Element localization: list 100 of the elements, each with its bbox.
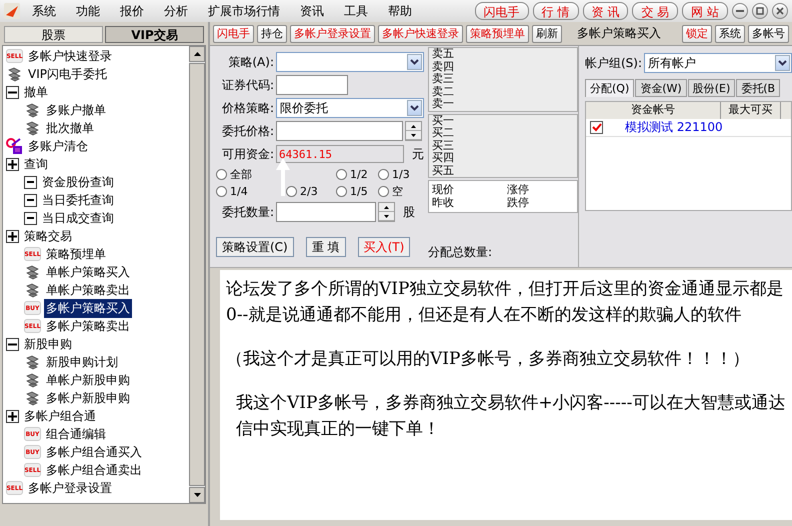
expand-icon[interactable]: [6, 158, 19, 170]
toolbar-button[interactable]: 刷新: [532, 24, 562, 42]
radio-button[interactable]: [378, 169, 389, 180]
expand-icon[interactable]: [6, 410, 19, 422]
sidebar-tab[interactable]: 股票: [4, 26, 103, 43]
sidebar-tab[interactable]: VIP交易: [105, 26, 204, 43]
tree-group[interactable]: 查询: [22, 154, 50, 174]
field-label: 委托价格:: [220, 122, 274, 140]
toolbar-button[interactable]: 多帐号: [748, 24, 789, 42]
radio-label: 全部: [230, 167, 252, 182]
radio-label: 空: [392, 184, 403, 199]
menu-item[interactable]: 系统: [24, 2, 64, 20]
tree-item[interactable]: 单帐户新股申购: [44, 370, 132, 390]
form-button[interactable]: 买入(T): [358, 237, 410, 257]
tree-item[interactable]: 多账户清仓: [26, 136, 90, 156]
minus-box-icon: [24, 212, 37, 224]
nav-button[interactable]: 资 讯: [582, 2, 628, 20]
radio-button[interactable]: [216, 169, 227, 180]
quantity-input[interactable]: [276, 202, 376, 222]
nav-button[interactable]: 行 情: [532, 2, 579, 20]
bid-level: 买一: [432, 114, 455, 127]
strategy-select[interactable]: [276, 52, 424, 72]
radio-button[interactable]: [336, 169, 347, 180]
price-input[interactable]: [276, 121, 403, 141]
radio-label: 1/2: [350, 168, 368, 181]
annotation-text: （我这个才是真正可以用的VIP多帐号，多券商独立交易软件！！！）: [226, 348, 750, 371]
radio-button[interactable]: [378, 186, 389, 197]
scroll-down-icon[interactable]: [194, 493, 200, 497]
tree-item[interactable]: 当日委托查询: [40, 190, 116, 210]
expand-icon[interactable]: [6, 230, 19, 242]
toolbar-button[interactable]: 系统: [715, 24, 745, 42]
bid-level: 买三: [432, 140, 455, 152]
tree-item[interactable]: 资金股份查询: [40, 172, 116, 192]
menu-item[interactable]: 扩展市场行情: [200, 2, 288, 20]
scrollbar[interactable]: [189, 46, 205, 503]
toolbar-button[interactable]: 闪电手: [213, 24, 254, 42]
tree-item[interactable]: 多帐户策略卖出: [44, 316, 132, 336]
tree-item[interactable]: 组合通编辑: [44, 424, 108, 444]
account-tab[interactable]: 委托(B: [736, 79, 780, 97]
funds-value: 64361.15: [276, 145, 404, 163]
diamond-stack-icon: [24, 282, 41, 298]
account-tab[interactable]: 分配(Q): [585, 79, 634, 97]
tree-item[interactable]: 单帐户策略卖出: [44, 280, 132, 300]
price-info-label: 现价: [432, 184, 455, 196]
code-input[interactable]: [276, 75, 348, 95]
account-group-select[interactable]: 所有帐户: [644, 53, 792, 73]
tree-item[interactable]: 多帐户登录设置: [26, 478, 114, 498]
field-label: 价格策略:: [220, 100, 274, 116]
tree-item[interactable]: 多帐户策略买入: [44, 298, 132, 318]
tree-item[interactable]: 多帐户新股申购: [44, 388, 132, 408]
toolbar-button[interactable]: 多帐户登录设置: [290, 24, 375, 42]
tree-item[interactable]: 新股申购计划: [44, 352, 120, 372]
toolbar-button[interactable]: 锁定: [682, 24, 712, 42]
tree-item[interactable]: VIP闪电手委托: [26, 64, 109, 84]
form-button[interactable]: 策略设置(C): [216, 237, 294, 257]
tree-item[interactable]: 批次撤单: [44, 118, 96, 138]
radio-button[interactable]: [286, 186, 297, 197]
tree-group[interactable]: 多帐户组合通: [22, 406, 98, 426]
account-tab[interactable]: 股份(E): [688, 79, 736, 97]
nav-button[interactable]: 闪电手: [474, 2, 529, 20]
radio-button[interactable]: [216, 186, 227, 197]
radio-button[interactable]: [336, 186, 347, 197]
minimize-icon[interactable]: [732, 3, 748, 19]
menu-item[interactable]: 帮助: [380, 2, 420, 20]
bid-level: 买四: [432, 152, 455, 164]
radio-label: 1/3: [392, 168, 410, 181]
menu-item[interactable]: 资讯: [292, 2, 332, 20]
close-icon[interactable]: [772, 3, 788, 19]
tree-group[interactable]: 新股申购: [22, 334, 74, 354]
tree-item[interactable]: 多帐户组合通卖出: [44, 460, 144, 480]
tree-item[interactable]: 多帐户快速登录: [26, 46, 114, 66]
tree-item[interactable]: 策略预埋单: [44, 244, 108, 264]
price-strategy-select[interactable]: 限价委托: [276, 98, 424, 118]
tree-group[interactable]: 撤单: [22, 82, 50, 102]
toolbar-button[interactable]: 多帐户快速登录: [378, 24, 463, 42]
toolbar-button[interactable]: 持仓: [257, 24, 287, 42]
tree-group[interactable]: 策略交易: [22, 226, 74, 246]
menu-item[interactable]: 功能: [68, 2, 108, 20]
ask-level: 卖二: [432, 86, 455, 98]
scroll-up-icon[interactable]: [194, 52, 200, 56]
diamond-stack-icon: [24, 102, 41, 118]
toolbar-button[interactable]: 策略预埋单: [466, 24, 529, 42]
menu-item[interactable]: 工具: [336, 2, 376, 20]
collapse-icon[interactable]: [6, 338, 19, 350]
maximize-icon[interactable]: [752, 3, 768, 19]
account-tab[interactable]: 资金(W): [635, 79, 687, 97]
collapse-icon[interactable]: [6, 86, 19, 98]
menu-item[interactable]: 分析: [156, 2, 196, 20]
tree-item[interactable]: 单帐户策略买入: [44, 262, 132, 282]
form-button[interactable]: 重 填: [306, 237, 346, 257]
spinner-icon[interactable]: [405, 121, 422, 141]
price-info-label: 跌停: [507, 196, 530, 209]
tree-item[interactable]: 多帐户组合通买入: [44, 442, 144, 462]
spinner-icon[interactable]: [378, 202, 395, 222]
nav-button[interactable]: 交 易: [632, 2, 678, 20]
tree-item[interactable]: 当日成交查询: [40, 208, 116, 228]
checkbox[interactable]: [590, 121, 603, 134]
tree-item[interactable]: 多账户撤单: [44, 100, 108, 120]
menu-item[interactable]: 报价: [112, 2, 152, 20]
nav-button[interactable]: 网 站: [682, 2, 728, 20]
